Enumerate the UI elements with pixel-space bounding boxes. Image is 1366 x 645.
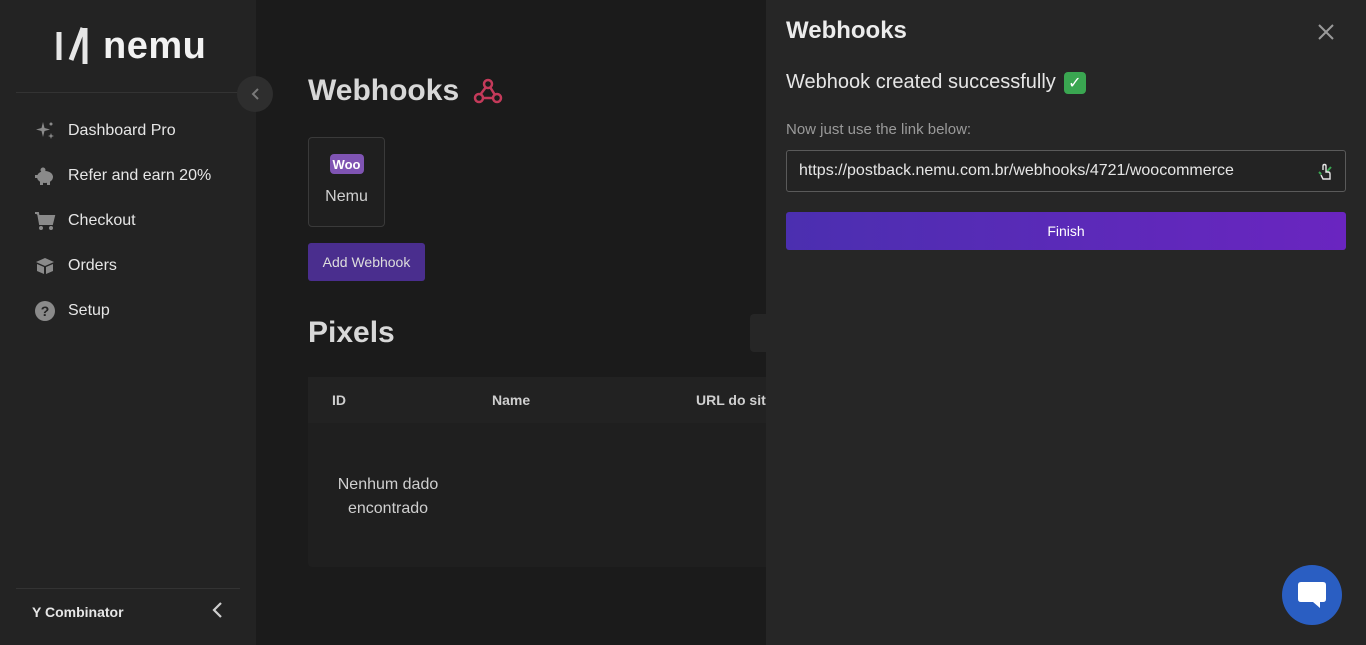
page-title: Webhooks — [308, 74, 503, 108]
help-circle-icon: ? — [34, 300, 56, 322]
webhook-icon — [473, 78, 503, 104]
webhook-card-name: Nemu — [325, 188, 368, 205]
org-name: Y Combinator — [32, 604, 124, 620]
pixels-action-button[interactable] — [750, 314, 766, 352]
sidebar-item-label: Setup — [68, 301, 110, 319]
sidebar-item-orders[interactable]: Orders — [16, 243, 240, 288]
check-mark-icon: ✓ — [1063, 71, 1086, 94]
webhook-link-field[interactable] — [786, 150, 1346, 192]
link-hint: Now just use the link below: — [786, 121, 972, 138]
sidebar-divider — [16, 92, 240, 93]
add-webhook-button[interactable]: Add Webhook — [308, 243, 425, 281]
nemu-logo-mark-icon — [56, 27, 88, 64]
chat-launcher-button[interactable] — [1282, 565, 1342, 625]
chevron-left-icon[interactable] — [210, 601, 224, 624]
brand-name: nemu — [103, 25, 207, 67]
drawer-title: Webhooks — [786, 17, 907, 44]
woocommerce-logo: Woo — [329, 154, 364, 174]
sidebar-item-label: Orders — [68, 256, 117, 274]
webhooks-drawer: Webhooks Webhook created successfully ✓ … — [766, 0, 1366, 645]
sidebar: nemu Dashboard Pro Refer and earn 20% Ch… — [0, 0, 256, 645]
nemu-logo[interactable]: nemu — [55, 24, 206, 68]
pixels-table: ID Name URL do site Nenhum dado encontra… — [308, 377, 766, 567]
box-icon — [34, 255, 56, 277]
empty-state: Nenhum dado encontrado — [337, 476, 439, 517]
close-button[interactable] — [1314, 20, 1338, 44]
sidebar-collapse-button[interactable] — [237, 76, 273, 112]
pixels-title: Pixels — [308, 316, 395, 349]
finish-button[interactable]: Finish — [786, 212, 1346, 250]
sidebar-item-label: Dashboard Pro — [68, 121, 176, 139]
column-header-id[interactable]: ID — [332, 392, 346, 408]
column-header-url[interactable]: URL do site — [696, 392, 766, 408]
sidebar-item-setup[interactable]: ? Setup — [16, 288, 240, 333]
sidebar-item-label: Checkout — [68, 211, 136, 229]
piggy-bank-icon — [34, 165, 56, 187]
close-icon — [1318, 24, 1334, 40]
sidebar-item-refer[interactable]: Refer and earn 20% — [16, 153, 240, 198]
chat-bubble-icon — [1298, 582, 1326, 608]
main-content: Webhooks Woo Nemu Add Webhook Pixels ID … — [256, 0, 766, 645]
sparkles-icon — [34, 120, 56, 142]
sidebar-nav: Dashboard Pro Refer and earn 20% Checkou… — [16, 108, 240, 333]
org-switcher[interactable]: Y Combinator — [16, 590, 240, 634]
copy-icon[interactable] — [1315, 162, 1335, 182]
webhook-card[interactable]: Woo Nemu — [308, 137, 385, 227]
sidebar-divider — [16, 588, 240, 589]
svg-text:?: ? — [41, 303, 50, 319]
page-title-text: Webhooks — [308, 74, 460, 107]
sidebar-item-checkout[interactable]: Checkout — [16, 198, 240, 243]
success-message: Webhook created successfully ✓ — [786, 71, 1086, 94]
table-header: ID Name URL do site — [308, 377, 766, 423]
success-text: Webhook created successfully — [786, 71, 1056, 93]
column-header-name[interactable]: Name — [492, 392, 530, 408]
sidebar-item-dashboard-pro[interactable]: Dashboard Pro — [16, 108, 240, 153]
chevron-left-icon — [251, 88, 259, 100]
sidebar-item-label: Refer and earn 20% — [68, 166, 212, 184]
cart-icon — [34, 210, 56, 232]
webhook-link-input[interactable] — [787, 151, 1345, 191]
